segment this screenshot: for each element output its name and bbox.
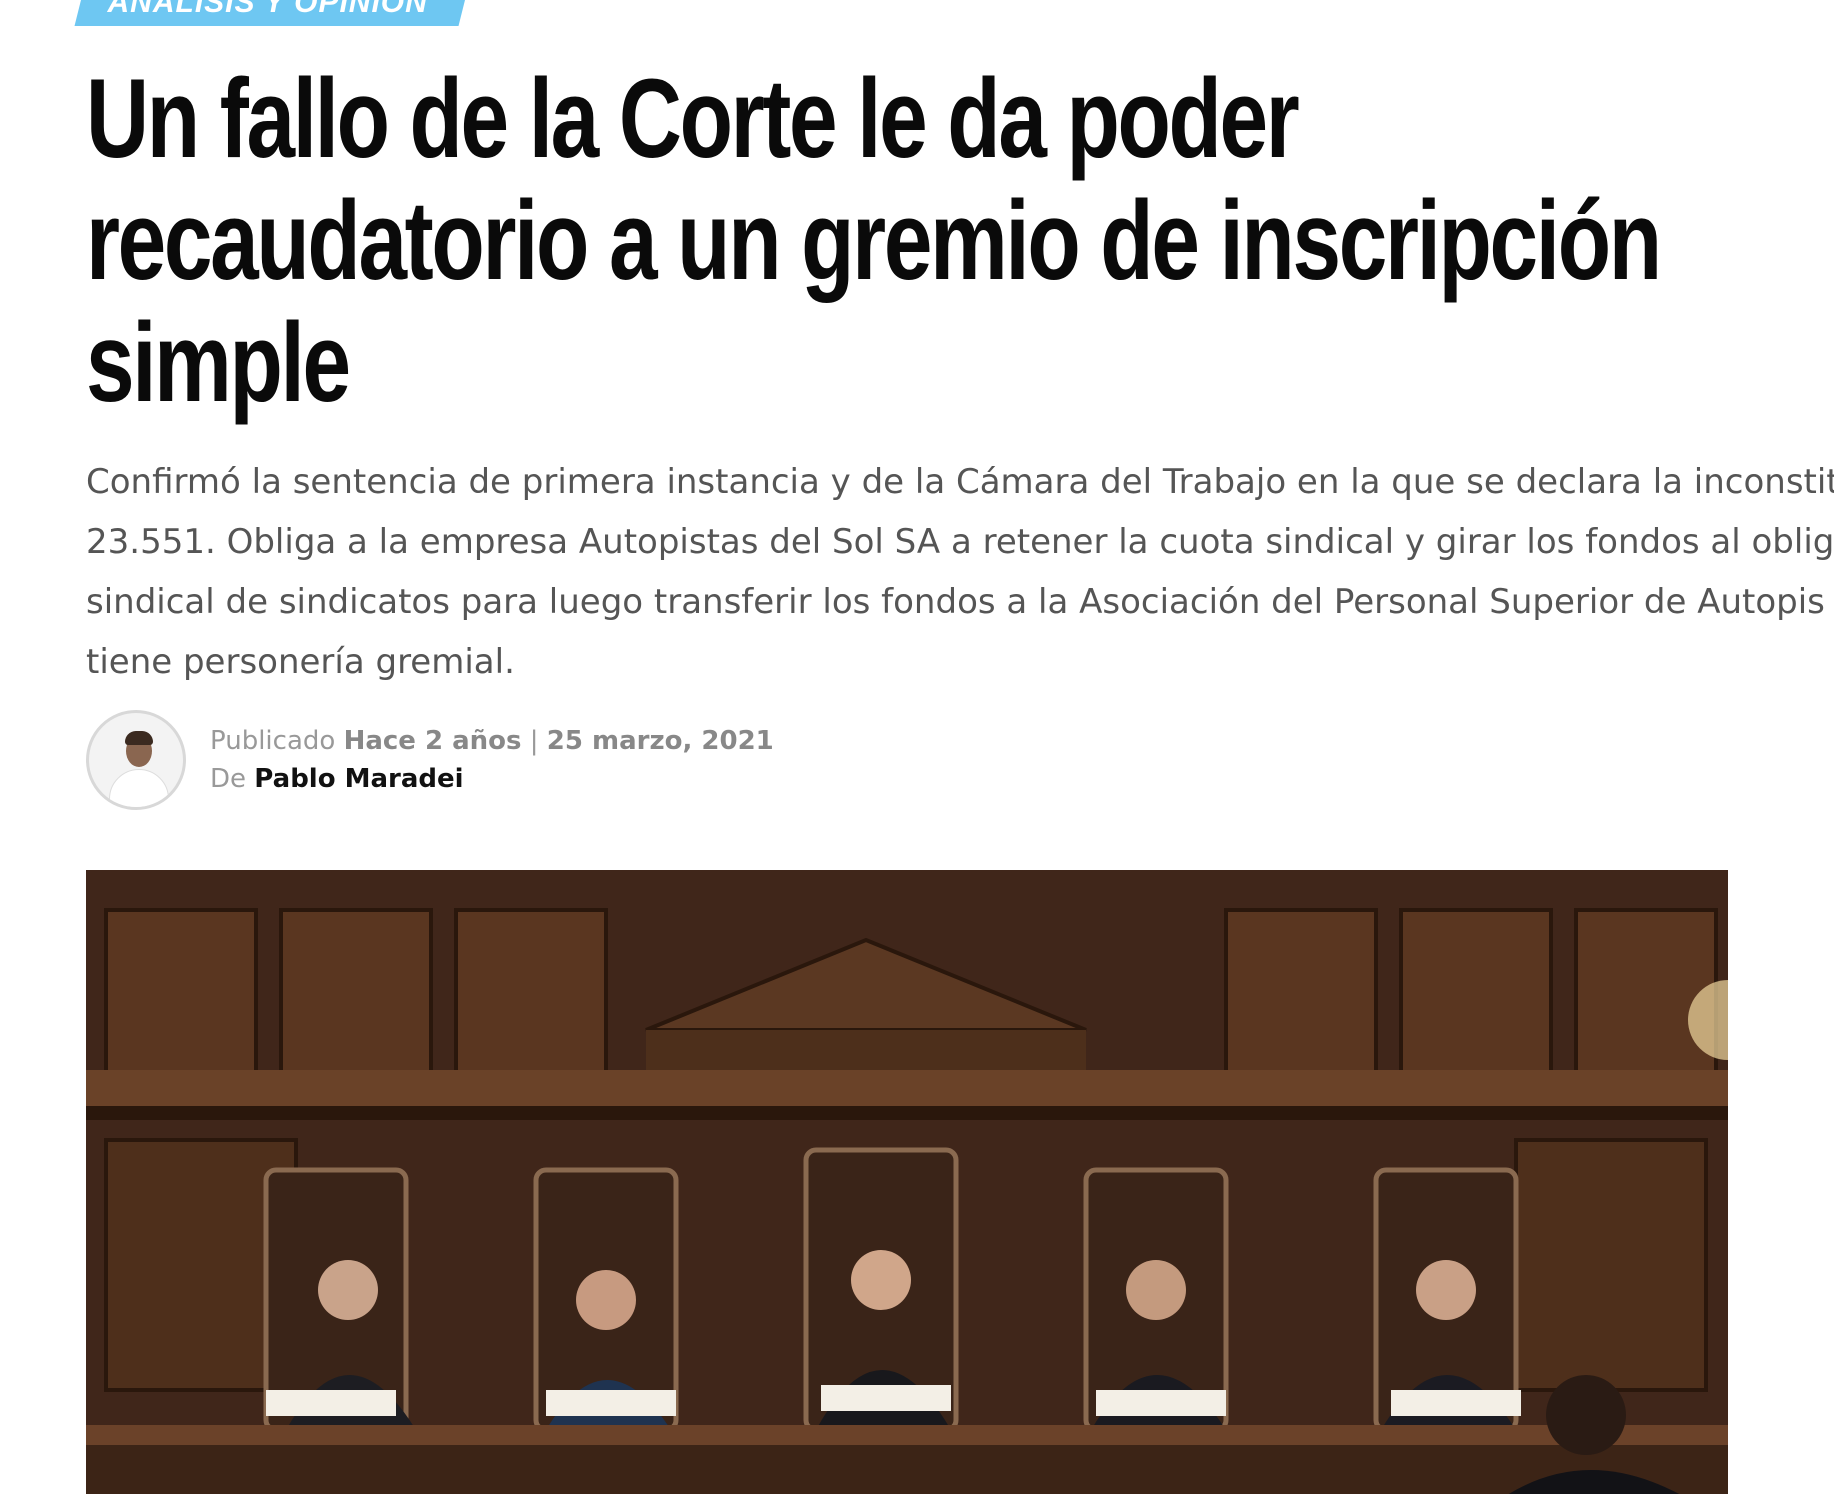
publish-date: 25 marzo, 2021 [546, 726, 774, 756]
published-prefix: Publicado [210, 726, 336, 756]
category-label: ANÁLISIS Y OPINIÓN [107, 0, 428, 19]
publish-info: Publicado Hace 2 años | 25 marzo, 2021 [210, 722, 774, 760]
author-avatar[interactable] [86, 710, 186, 810]
category-badge[interactable]: ANÁLISIS Y OPINIÓN [74, 0, 470, 26]
byline: Publicado Hace 2 años | 25 marzo, 2021 D… [86, 710, 774, 810]
relative-time: Hace 2 años [343, 726, 522, 756]
summary-line-3: sindical de sindicatos para luego transf… [86, 582, 1825, 622]
author-link[interactable]: Pablo Maradei [254, 764, 463, 794]
headline-line-1: Un fallo de la Corte le da poder [86, 56, 1300, 181]
article-page: ANÁLISIS Y OPINIÓN Un fallo de la Corte … [0, 0, 1834, 1494]
summary-line-2: 23.551. Obliga a la empresa Autopistas d… [86, 522, 1834, 562]
summary-line-4: tiene personería gremial. [86, 642, 515, 682]
headline-line-2: recaudatorio a un gremio de inscripción [86, 178, 1662, 303]
article-summary: Confirmó la sentencia de primera instanc… [86, 452, 1834, 692]
meta-separator: | [529, 726, 539, 756]
summary-line-1: Confirmó la sentencia de primera instanc… [86, 462, 1834, 502]
courtroom-photo [86, 870, 1728, 1494]
by-prefix: De [210, 764, 247, 794]
article-meta: Publicado Hace 2 años | 25 marzo, 2021 D… [210, 722, 774, 798]
headline-line-3: simple [86, 300, 351, 425]
article-headline: Un fallo de la Corte le da poder recauda… [86, 58, 1834, 424]
author-info: De Pablo Maradei [210, 760, 774, 798]
hero-image [86, 870, 1728, 1494]
